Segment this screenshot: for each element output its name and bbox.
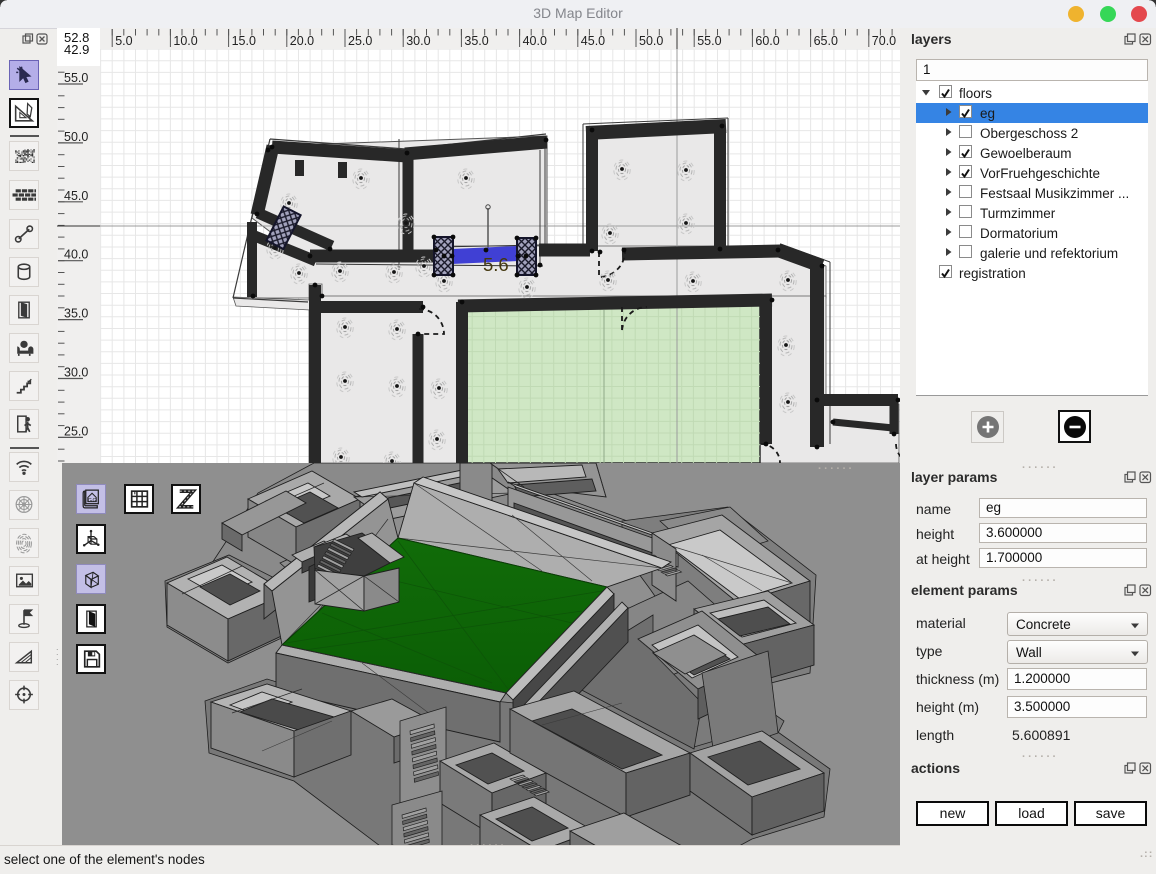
svg-text:30.0: 30.0 (64, 366, 88, 380)
svg-text:50.0: 50.0 (639, 34, 663, 48)
svg-text:45.0: 45.0 (581, 34, 605, 48)
svg-text:65.0: 65.0 (814, 34, 838, 48)
svg-text:25.0: 25.0 (64, 424, 88, 438)
svg-text:5.0: 5.0 (115, 34, 132, 48)
svg-text:55.0: 55.0 (697, 34, 721, 48)
svg-text:40.0: 40.0 (64, 248, 88, 262)
svg-text:70.0: 70.0 (872, 34, 896, 48)
svg-text:45.0: 45.0 (64, 189, 88, 203)
svg-text:55.0: 55.0 (64, 71, 88, 85)
svg-text:20.0: 20.0 (290, 34, 314, 48)
svg-text:35.0: 35.0 (464, 34, 488, 48)
svg-text:35.0: 35.0 (64, 307, 88, 321)
svg-text:10.0: 10.0 (173, 34, 197, 48)
svg-text:GG: GG (88, 498, 97, 504)
svg-text:15.0: 15.0 (232, 34, 256, 48)
svg-text:50.0: 50.0 (64, 130, 88, 144)
svg-text:30.0: 30.0 (406, 34, 430, 48)
svg-text:25.0: 25.0 (348, 34, 372, 48)
svg-text:60.0: 60.0 (755, 34, 779, 48)
svg-text:40.0: 40.0 (523, 34, 547, 48)
svg-text:5.6: 5.6 (483, 254, 509, 275)
